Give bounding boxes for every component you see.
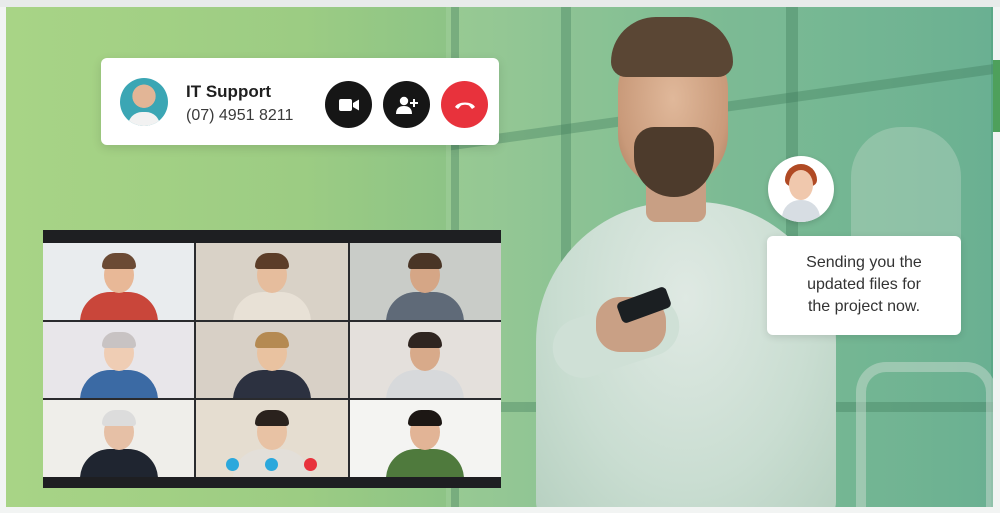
add-user-icon [395,96,418,114]
participant-body [79,291,158,320]
add-participant-button[interactable] [383,81,430,128]
chat-message-line: the project now. [807,298,921,315]
sender-avatar [768,156,834,222]
participant-body [232,370,311,399]
caller-avatar [120,78,168,126]
chat-message-text: Sending you the updated files for the pr… [767,252,961,318]
video-tile[interactable] [196,321,348,399]
participant-hair [101,410,136,427]
chat-message-line: updated files for [807,276,921,293]
participant-hair [101,252,136,269]
video-tile[interactable] [43,400,195,477]
participant-hair [408,331,443,348]
participant-body [79,370,158,399]
sender-avatar-body [782,200,820,222]
tile-call-controls [196,457,347,471]
hang-up-icon[interactable] [304,457,318,471]
microphone-icon[interactable] [226,457,240,471]
video-tile[interactable] [43,321,195,399]
call-card: IT Support (07) 4951 8211 [101,58,499,145]
participant-hair [254,252,289,269]
participant-hair [254,331,289,348]
video-tile[interactable] [196,400,348,477]
video-tile[interactable] [349,243,501,320]
chat-message-bubble: Sending you the updated files for the pr… [767,236,961,335]
participant-body [386,370,465,399]
video-conference-window [43,230,501,488]
participant-hair [101,331,136,348]
participant-hair [408,410,443,427]
participant-hair [408,252,443,269]
video-tile[interactable] [43,243,195,320]
video-call-button[interactable] [325,81,372,128]
participant-body [386,291,465,320]
video-camera-icon [338,98,359,111]
person-hair [611,17,733,77]
participant-body [79,448,158,477]
participant-body [386,448,465,477]
caller-name: IT Support [186,82,271,101]
right-edge-accent [993,60,1000,132]
background-chair [856,362,993,507]
end-call-button[interactable] [441,81,488,128]
video-grid [43,243,501,477]
sender-avatar-face [789,170,813,200]
participant-hair [254,410,289,427]
hang-up-icon [454,102,475,109]
caller-number: (07) 4951 8211 [186,107,294,124]
video-tile[interactable] [196,243,348,320]
video-tile[interactable] [349,321,501,399]
video-camera-icon[interactable] [265,457,279,471]
top-strip [0,0,1000,7]
participant-body [232,291,311,320]
video-tile[interactable] [349,400,501,477]
chat-message-line: Sending you the [806,254,922,271]
caller-avatar-shirt [128,112,160,126]
